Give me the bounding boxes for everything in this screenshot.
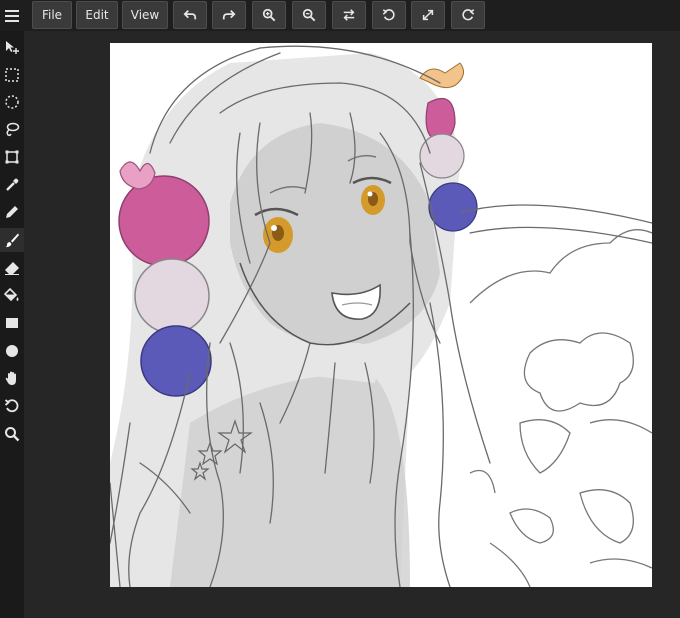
redo-button[interactable] <box>212 1 246 29</box>
edit-menu-button[interactable]: Edit <box>76 1 118 29</box>
view-menu-button[interactable]: View <box>122 1 168 29</box>
tool-sidebar <box>0 31 24 618</box>
paint-bucket-icon <box>4 287 19 302</box>
rotate-right-icon <box>462 9 475 21</box>
rect-select-tool[interactable] <box>0 63 24 87</box>
brush-tool[interactable] <box>0 228 24 252</box>
zoom-out-icon <box>302 8 316 22</box>
menu-icon[interactable] <box>0 0 24 31</box>
ellipse-select-icon <box>5 95 19 109</box>
flip-icon <box>343 9 355 21</box>
hand-icon <box>5 371 16 385</box>
circle-icon <box>6 345 18 357</box>
fullscreen-icon <box>422 9 434 21</box>
undo-icon <box>183 10 197 20</box>
zoom-tool[interactable] <box>0 422 24 446</box>
eyedropper-tool[interactable] <box>0 173 24 197</box>
fill-tool[interactable] <box>0 283 24 307</box>
eraser-tool[interactable] <box>0 256 24 280</box>
pink-pompom <box>118 175 210 267</box>
transform-icon <box>5 150 19 164</box>
transform-tool[interactable] <box>0 145 24 169</box>
pencil-tool[interactable] <box>0 200 24 224</box>
ellipse-shape-tool[interactable] <box>0 339 24 363</box>
fullscreen-button[interactable] <box>411 1 445 29</box>
rect-select-icon <box>5 68 19 82</box>
undo-button[interactable] <box>173 1 207 29</box>
zoom-in-icon <box>262 8 276 22</box>
zoom-out-button[interactable] <box>292 1 326 29</box>
hand-tool[interactable] <box>0 366 24 390</box>
lasso-icon <box>6 122 20 137</box>
eraser-icon <box>5 262 19 275</box>
rotate-left-icon <box>382 9 395 21</box>
file-menu-button[interactable]: File <box>32 1 72 29</box>
rotate-right-button[interactable] <box>451 1 485 29</box>
rotate-left-button[interactable] <box>372 1 406 29</box>
sketch-artwork <box>110 45 652 587</box>
rectangle-icon <box>6 318 18 328</box>
zoom-in-button[interactable] <box>252 1 286 29</box>
redo-icon <box>222 10 236 20</box>
drawing-canvas[interactable] <box>110 43 652 587</box>
pencil-icon <box>6 206 18 218</box>
rotate-view-tool[interactable] <box>0 394 24 418</box>
brush-icon <box>5 233 19 248</box>
rotate-icon <box>4 399 19 413</box>
blue-pompom <box>140 325 212 397</box>
top-toolbar: File Edit View <box>0 0 680 31</box>
flip-button[interactable] <box>332 1 366 29</box>
move-tool[interactable] <box>0 35 24 59</box>
eyedropper-icon <box>6 178 19 191</box>
rectangle-shape-tool[interactable] <box>0 311 24 335</box>
lasso-tool[interactable] <box>0 117 24 141</box>
ellipse-select-tool[interactable] <box>0 90 24 114</box>
move-icon <box>6 41 19 54</box>
magnifier-icon <box>5 427 20 442</box>
